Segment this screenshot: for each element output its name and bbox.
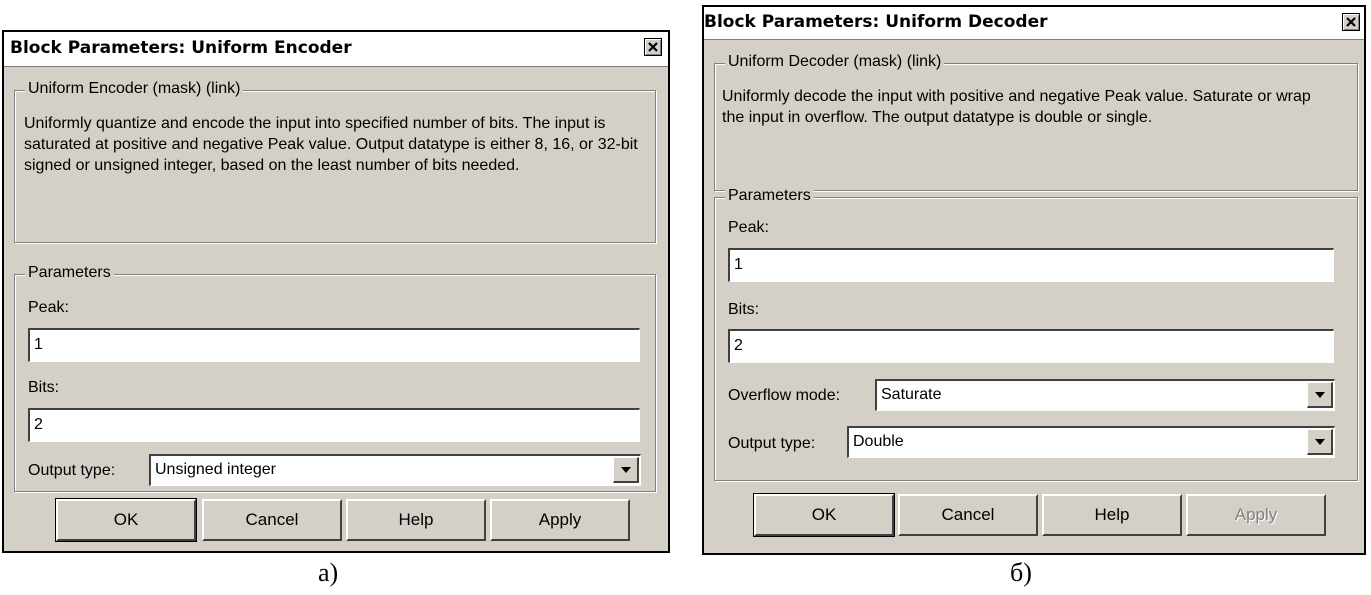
cancel-button[interactable]: Cancel bbox=[898, 494, 1038, 536]
bits-label: Bits: bbox=[28, 379, 60, 396]
figure-caption-b: б) bbox=[1010, 558, 1032, 587]
bits-input[interactable]: 2 bbox=[28, 408, 640, 442]
parameters-group-title: Parameters bbox=[725, 187, 814, 205]
ok-button[interactable]: OK bbox=[753, 493, 895, 537]
decoder-dialog: Block Parameters: Uniform Decoder Unifor… bbox=[702, 5, 1366, 555]
encoder-dialog: Block Parameters: Uniform Encoder Unifor… bbox=[2, 30, 670, 553]
bits-input[interactable]: 2 bbox=[728, 329, 1334, 363]
mask-group-title: Uniform Decoder (mask) (link) bbox=[725, 53, 945, 71]
close-button[interactable] bbox=[1342, 13, 1360, 31]
close-icon bbox=[648, 42, 658, 52]
help-button[interactable]: Help bbox=[1042, 494, 1182, 536]
parameters-group-title: Parameters bbox=[25, 264, 114, 282]
peak-label: Peak: bbox=[728, 219, 769, 236]
overflow-mode-label: Overflow mode: bbox=[728, 387, 841, 404]
window-title: Block Parameters: Uniform Decoder bbox=[704, 12, 1048, 32]
overflow-mode-value: Saturate bbox=[881, 386, 942, 403]
output-type-select[interactable]: Unsigned integer bbox=[149, 454, 641, 486]
figure-caption-a: а) bbox=[318, 558, 339, 587]
output-type-label: Output type: bbox=[728, 435, 816, 452]
block-description: Uniformly decode the input with positive… bbox=[722, 88, 1311, 126]
mask-group: Uniform Encoder (mask) (link) Uniformly … bbox=[14, 80, 656, 243]
help-button[interactable]: Help bbox=[346, 499, 486, 541]
mask-group-title: Uniform Encoder (mask) (link) bbox=[25, 80, 244, 98]
chevron-down-icon bbox=[621, 467, 631, 473]
close-button[interactable] bbox=[644, 38, 662, 56]
title-bar[interactable]: Block Parameters: Uniform Decoder bbox=[704, 7, 1364, 40]
output-type-select[interactable]: Double bbox=[847, 426, 1335, 458]
window-title: Block Parameters: Uniform Encoder bbox=[10, 38, 352, 58]
chevron-down-icon bbox=[1315, 392, 1325, 398]
peak-input[interactable]: 1 bbox=[728, 248, 1334, 282]
output-type-label: Output type: bbox=[28, 462, 116, 479]
block-description: Uniformly quantize and encode the input … bbox=[24, 115, 638, 174]
overflow-mode-select[interactable]: Saturate bbox=[875, 379, 1335, 411]
dropdown-button[interactable] bbox=[1307, 382, 1333, 408]
apply-button[interactable]: Apply bbox=[490, 499, 630, 541]
close-icon bbox=[1346, 17, 1356, 27]
mask-group: Uniform Decoder (mask) (link) Uniformly … bbox=[714, 53, 1358, 191]
bits-label: Bits: bbox=[728, 301, 760, 318]
output-type-value: Double bbox=[853, 433, 904, 450]
dropdown-button[interactable] bbox=[613, 457, 639, 483]
chevron-down-icon bbox=[1315, 439, 1325, 445]
ok-button[interactable]: OK bbox=[55, 498, 197, 542]
peak-input[interactable]: 1 bbox=[28, 328, 640, 362]
title-bar[interactable]: Block Parameters: Uniform Encoder bbox=[4, 32, 668, 67]
output-type-value: Unsigned integer bbox=[155, 461, 276, 478]
dropdown-button[interactable] bbox=[1307, 429, 1333, 455]
cancel-button[interactable]: Cancel bbox=[202, 499, 342, 541]
peak-label: Peak: bbox=[28, 299, 69, 316]
apply-button[interactable]: Apply bbox=[1186, 494, 1326, 536]
